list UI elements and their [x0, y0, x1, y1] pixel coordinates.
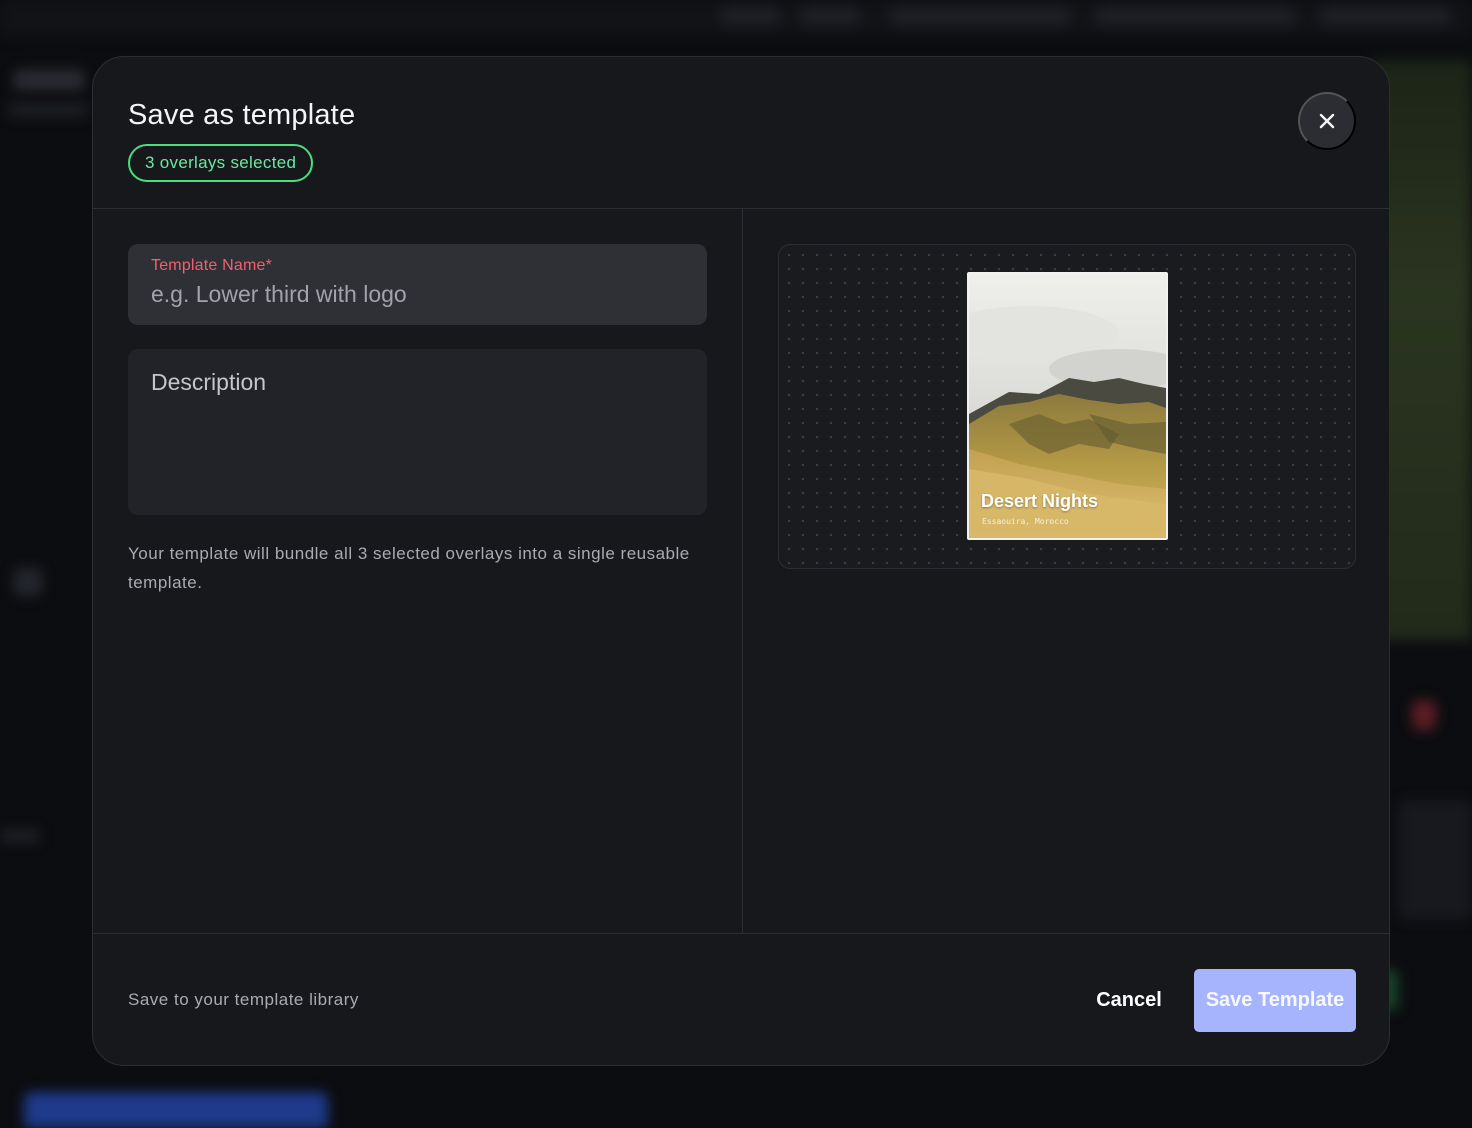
- background-pill: [1095, 6, 1295, 26]
- template-name-input[interactable]: [151, 281, 684, 308]
- background-primary-button: [24, 1092, 328, 1128]
- preview-subtitle: Essaouira, Morocco: [982, 517, 1069, 526]
- close-icon: [1319, 113, 1335, 129]
- footer-note: Save to your template library: [128, 990, 359, 1009]
- description-input[interactable]: [151, 369, 684, 495]
- background-topbar: [0, 0, 1472, 36]
- background-text: [8, 104, 88, 116]
- template-name-label: Template Name*: [151, 257, 273, 274]
- background-record-button: [1412, 700, 1436, 730]
- save-template-dialog: Save as template 3 overlays selected Tem…: [92, 56, 1390, 1066]
- background-pill: [890, 6, 1070, 26]
- background-card: [1398, 800, 1472, 920]
- close-button[interactable]: [1298, 92, 1356, 150]
- template-name-field[interactable]: Template Name*: [128, 244, 707, 325]
- dialog-title: Save as template: [128, 99, 356, 131]
- dialog-body: Template Name* Your template will bundle…: [93, 209, 1389, 933]
- template-preview-canvas: Desert Nights Essaouira, Morocco: [778, 244, 1356, 569]
- background-text: [0, 830, 40, 842]
- background-pill: [720, 6, 780, 26]
- template-preview-thumbnail: Desert Nights Essaouira, Morocco: [967, 272, 1168, 540]
- dialog-header: Save as template 3 overlays selected: [93, 57, 1389, 209]
- cancel-button[interactable]: Cancel: [1079, 969, 1179, 1031]
- description-field[interactable]: [128, 349, 707, 515]
- preview-title: Desert Nights: [981, 491, 1099, 511]
- selection-count-badge: 3 overlays selected: [128, 144, 314, 182]
- helper-text: Your template will bundle all 3 selected…: [128, 544, 690, 592]
- dialog-footer: Save to your template library Cancel Sav…: [93, 933, 1389, 1065]
- background-pill: [1320, 6, 1450, 26]
- background-pill: [800, 6, 860, 26]
- save-template-button[interactable]: Save Template: [1194, 969, 1356, 1032]
- background-text: [14, 70, 84, 90]
- background-icon: [14, 568, 42, 596]
- column-divider: [742, 209, 743, 933]
